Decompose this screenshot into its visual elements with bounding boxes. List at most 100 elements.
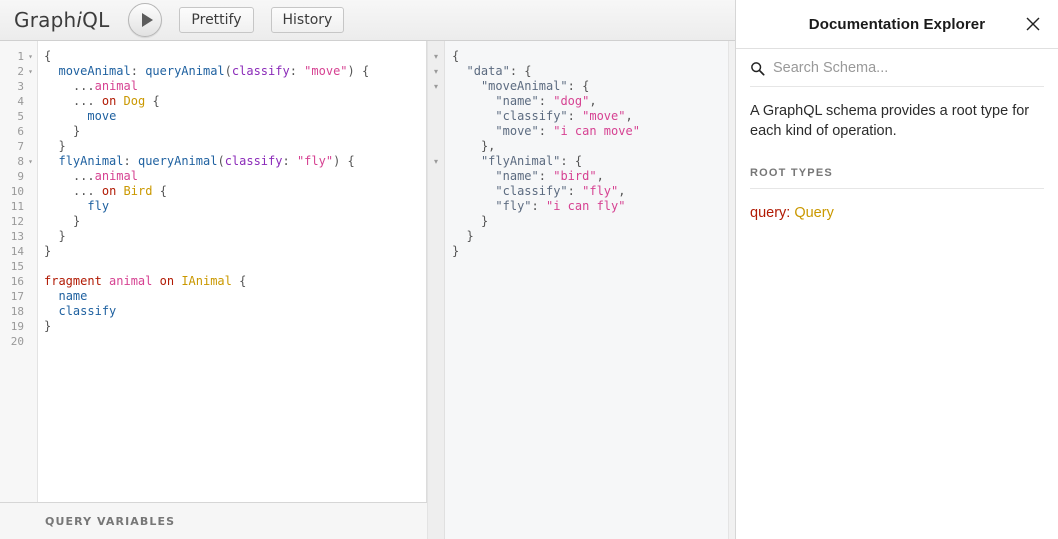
editor-panes: 1 ▾ 2 ▾ 3 4 5 6 7 8 ▾ 9 10 11 12 13 14 15 16 17 18 19 20 { mov… [0, 41, 735, 539]
line-number: 16 [10, 275, 24, 288]
query-variables-bar[interactable]: QUERY VARIABLES [0, 502, 427, 539]
code-line: } [72, 124, 81, 138]
result-line: }, [480, 139, 496, 153]
code-line: moveAnimal: queryAnimal(classify: "move"… [58, 64, 370, 78]
line-number: 19 [10, 320, 24, 333]
result-gutter-line [428, 169, 444, 184]
line-number: 10 [10, 185, 24, 198]
result-gutter-line [428, 109, 444, 124]
query-line-number-gutter: 1 ▾ 2 ▾ 3 4 5 6 7 8 ▾ 9 10 11 12 13 14 15 16 17 18 19 20 [0, 41, 38, 502]
result-line: "name": "bird", [495, 169, 604, 183]
result-line: { [452, 49, 460, 63]
line-number: 11 [10, 200, 24, 213]
result-gutter-line [428, 214, 444, 229]
result-line: "classify": "move", [495, 109, 633, 123]
result-gutter-line [428, 244, 444, 259]
logo-suffix: QL [82, 8, 110, 32]
result-line: "move": "i can move" [495, 124, 640, 138]
result-pane: ▾ ▾ ▾ ▾ { "data": { "moveAnimal": { "name":… [427, 41, 735, 539]
line-number: 9 [17, 170, 24, 183]
result-line: } [480, 214, 489, 228]
fold-toggle-icon[interactable]: ▾ [428, 154, 444, 169]
code-line: name [58, 289, 88, 303]
code-line: flyAnimal: queryAnimal(classify: "fly") … [58, 154, 355, 168]
fold-toggle-icon[interactable]: ▾ [26, 154, 35, 169]
query-editor-pane: 1 ▾ 2 ▾ 3 4 5 6 7 8 ▾ 9 10 11 12 13 14 15 16 17 18 19 20 { mov… [0, 41, 427, 539]
line-number: 1 ▾ [0, 49, 37, 64]
fold-toggle-icon[interactable]: ▾ [428, 64, 444, 79]
line-number: 2 ▾ [0, 64, 37, 79]
result-line: "flyAnimal": { [480, 154, 583, 168]
editor-scrollbar[interactable] [728, 41, 735, 539]
result-gutter-line [428, 229, 444, 244]
code-line: classify [58, 304, 117, 318]
result-gutter-line [428, 94, 444, 109]
result-line: "fly": "i can fly" [495, 199, 626, 213]
execute-query-button[interactable] [128, 3, 163, 37]
doc-root-types-list: query: Query [750, 203, 1044, 223]
code-line: ... on Dog { [72, 94, 160, 108]
code-line: } [44, 319, 52, 333]
fold-toggle-icon[interactable]: ▾ [26, 49, 35, 64]
result-fold-gutter: ▾ ▾ ▾ ▾ [428, 41, 445, 539]
logo-prefix: Graph [14, 8, 77, 32]
graphiql-logo: GraphiQL [14, 8, 109, 32]
line-number: 5 [17, 110, 24, 123]
result-line: "data": { [466, 64, 532, 78]
search-input[interactable] [773, 60, 1044, 76]
line-number: 12 [10, 215, 24, 228]
fold-toggle-icon[interactable]: ▾ [26, 64, 35, 79]
doc-root-type-value[interactable]: Query [794, 205, 834, 221]
play-icon [141, 13, 153, 27]
line-number: 7 [17, 140, 24, 153]
doc-explorer-header: Documentation Explorer [736, 0, 1058, 49]
code-line: } [72, 214, 81, 228]
result-gutter-line [428, 199, 444, 214]
toolbar: GraphiQL Prettify History [0, 0, 735, 41]
code-line: ...animal [72, 169, 138, 183]
line-number: 3 [17, 80, 24, 93]
doc-section-divider [750, 188, 1044, 189]
doc-root-type-entry[interactable]: query: Query [750, 203, 1044, 223]
line-number: 4 [17, 95, 24, 108]
result-gutter-line [428, 139, 444, 154]
doc-root-type-key: query: [750, 205, 795, 221]
line-number: 17 [10, 290, 24, 303]
result-gutter-line [428, 184, 444, 199]
code-line: { [44, 49, 52, 63]
line-number: 13 [10, 230, 24, 243]
close-icon[interactable] [1022, 13, 1044, 35]
prettify-button[interactable]: Prettify [179, 7, 254, 33]
result-line: } [452, 244, 460, 258]
code-line: ...animal [72, 79, 138, 93]
fold-toggle-icon[interactable]: ▾ [428, 49, 444, 64]
line-number: 14 [10, 245, 24, 258]
code-line: move [87, 109, 117, 123]
doc-search-row[interactable] [750, 49, 1044, 87]
code-line: ... on Bird { [72, 184, 167, 198]
editor-side: GraphiQL Prettify History 1 ▾ 2 ▾ 3 4 5 6 7 8 ▾ 9 10… [0, 0, 735, 539]
code-line: } [44, 244, 52, 258]
code-line: fragment animal on IAnimal { [44, 274, 247, 288]
history-button[interactable]: History [270, 7, 345, 33]
code-line: fly [87, 199, 110, 213]
result-gutter-line [428, 124, 444, 139]
result-line: } [466, 229, 474, 243]
query-variables-label: QUERY VARIABLES [45, 514, 176, 528]
search-icon [750, 61, 765, 76]
documentation-explorer: Documentation Explorer A GraphQL schema … [735, 0, 1058, 539]
fold-toggle-icon[interactable]: ▾ [428, 79, 444, 94]
graphiql-app: GraphiQL Prettify History 1 ▾ 2 ▾ 3 4 5 6 7 8 ▾ 9 10… [0, 0, 1058, 539]
doc-section-title: ROOT TYPES [750, 167, 833, 179]
query-editor[interactable]: 1 ▾ 2 ▾ 3 4 5 6 7 8 ▾ 9 10 11 12 13 14 15 16 17 18 19 20 { mov… [0, 41, 427, 502]
line-number: 15 [10, 260, 24, 273]
result-line: "name": "dog", [495, 94, 597, 108]
code-line: } [58, 139, 66, 153]
line-number: 20 [10, 335, 24, 348]
doc-explorer-title: Documentation Explorer [808, 15, 986, 33]
doc-schema-description: A GraphQL schema provides a root type fo… [750, 103, 1030, 139]
doc-explorer-body: A GraphQL schema provides a root type fo… [736, 87, 1058, 539]
query-code-area[interactable]: { moveAnimal: queryAnimal(classify: "mov… [38, 41, 426, 502]
